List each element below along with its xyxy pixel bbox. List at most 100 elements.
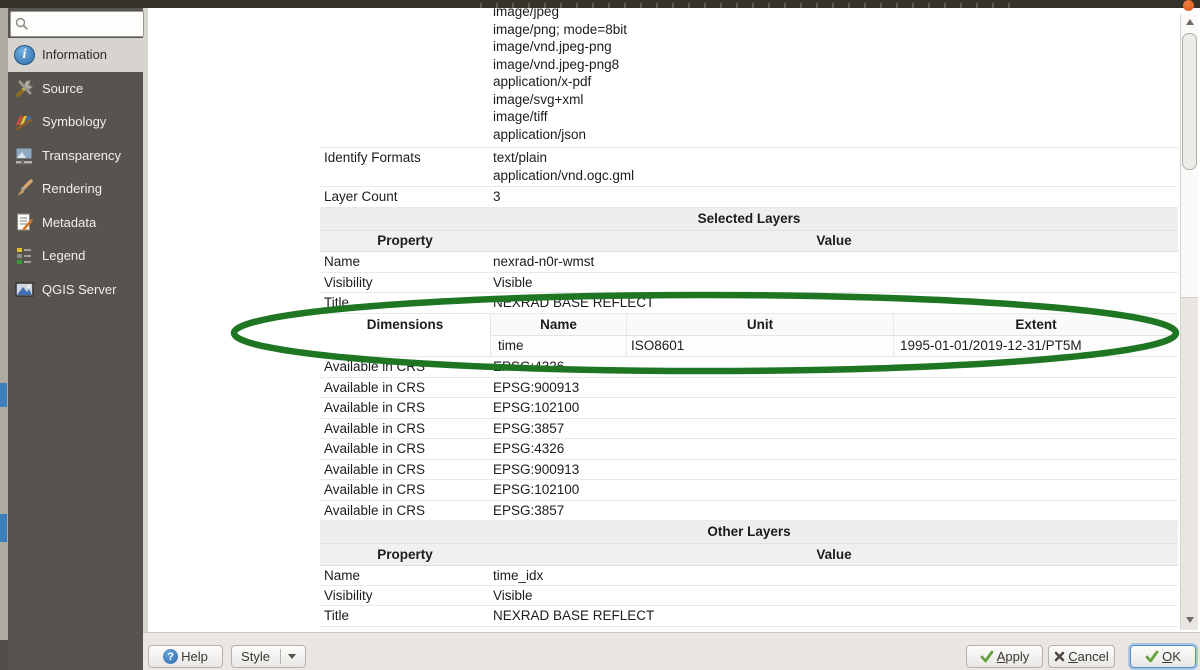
property-value: 3 — [490, 187, 1178, 207]
properties-sidebar: i Information Source Symbology — [8, 8, 143, 670]
table-row-crs: Available in CRS EPSG:900913 — [320, 460, 1178, 481]
window-titlebar — [0, 0, 1200, 8]
sidebar-item-rendering[interactable]: Rendering — [8, 172, 143, 206]
rendering-icon — [14, 178, 35, 199]
table-row-crs: Available in CRS EPSG:4326 — [320, 439, 1178, 460]
table-row-image-formats: image/jpeg image/png; mode=8bit image/vn… — [320, 8, 1178, 148]
sidebar-item-information[interactable]: i Information — [8, 38, 143, 72]
sidebar-item-label: Transparency — [42, 148, 121, 163]
property-label: Title — [320, 293, 490, 313]
format-value: application/x-pdf — [493, 73, 1178, 91]
property-label: Available in CRS — [320, 378, 490, 398]
chevron-down-icon — [288, 654, 296, 659]
property-label: Available in CRS — [320, 357, 490, 377]
sidebar-item-legend[interactable]: Legend — [8, 239, 143, 273]
format-value: image/png; mode=8bit — [493, 21, 1178, 39]
cancel-button-label: Cancel — [1068, 649, 1108, 664]
apply-button-label: Apply — [997, 649, 1030, 664]
sidebar-item-qgis-server[interactable]: QGIS Server — [8, 273, 143, 307]
sidebar-item-metadata[interactable]: Metadata — [8, 206, 143, 240]
sidebar-item-label: Legend — [42, 248, 85, 263]
search-icon — [15, 17, 29, 31]
vertical-scrollbar[interactable] — [1180, 14, 1198, 630]
property-label: Name — [320, 252, 490, 272]
sidebar-item-symbology[interactable]: Symbology — [8, 105, 143, 139]
property-label: Available in CRS — [320, 398, 490, 418]
style-dropdown-button[interactable]: Style — [231, 645, 306, 668]
column-header-property: Property — [320, 231, 490, 251]
table-row-layer-count: Layer Count 3 — [320, 187, 1178, 208]
properties-table: image/jpeg image/png; mode=8bit image/vn… — [320, 8, 1178, 627]
window-close-icon[interactable] — [1183, 0, 1194, 11]
sidebar-item-source[interactable]: Source — [8, 72, 143, 106]
table-row-crs: Available in CRS EPSG:900913 — [320, 378, 1178, 399]
source-icon — [14, 78, 35, 99]
property-label: Visibility — [320, 586, 490, 605]
property-label: Available in CRS — [320, 419, 490, 439]
table-row-name: Name nexrad-n0r-wmst — [320, 252, 1178, 273]
column-header-value: Value — [490, 231, 1178, 251]
style-button-label: Style — [241, 649, 270, 664]
help-button[interactable]: ? Help — [148, 645, 223, 668]
table-row-visibility: Visibility Visible — [320, 586, 1178, 606]
property-value: EPSG:4326 — [490, 357, 1178, 377]
dimensions-label: Dimensions — [320, 314, 490, 356]
property-value: EPSG:102100 — [490, 480, 1178, 500]
property-label: Available in CRS — [320, 439, 490, 459]
table-row-title: Title NEXRAD BASE REFLECT — [320, 606, 1178, 627]
sidebar-item-label: Symbology — [42, 114, 106, 129]
dialog-gap — [143, 8, 148, 632]
column-header-value: Value — [490, 544, 1178, 565]
table-row-name: Name time_idx — [320, 566, 1178, 586]
property-value: time_idx — [490, 566, 1178, 585]
apply-button[interactable]: Apply — [966, 645, 1043, 668]
table-row-crs: Available in CRS EPSG:102100 — [320, 480, 1178, 501]
property-value: NEXRAD BASE REFLECT — [490, 606, 1178, 626]
column-header-row: Property Value — [320, 544, 1178, 566]
sidebar-search-box[interactable] — [10, 11, 144, 37]
cancel-button[interactable]: Cancel — [1048, 645, 1115, 668]
property-value: EPSG:900913 — [490, 460, 1178, 480]
qgis-server-icon — [14, 279, 35, 300]
ok-button[interactable]: OK — [1130, 645, 1196, 668]
section-header-other-layers: Other Layers — [320, 521, 1178, 544]
search-input[interactable] — [29, 17, 129, 31]
information-icon: i — [14, 45, 35, 65]
sidebar-item-label: Metadata — [42, 215, 96, 230]
ok-button-label: OK — [1162, 649, 1181, 664]
format-value: application/json — [493, 126, 1178, 144]
sidebar-item-transparency[interactable]: Transparency — [8, 139, 143, 173]
column-header-row: Property Value — [320, 231, 1178, 252]
background-highlight-segment — [0, 514, 7, 542]
property-label: Available in CRS — [320, 501, 490, 521]
property-value: NEXRAD BASE REFLECT — [490, 293, 1178, 313]
table-row-visibility: Visibility Visible — [320, 273, 1178, 293]
dim-value-unit: ISO8601 — [627, 336, 894, 356]
table-row-dimensions: Dimensions Name Unit Extent time ISO8601… — [320, 314, 1178, 357]
table-row-crs: Available in CRS EPSG:4326 — [320, 357, 1178, 378]
property-label: Available in CRS — [320, 480, 490, 500]
format-value: image/jpeg — [493, 8, 1178, 21]
dim-value-name: time — [491, 336, 627, 356]
property-value: Visible — [490, 586, 1178, 605]
metadata-icon — [14, 212, 35, 233]
help-icon: ? — [163, 649, 178, 664]
scroll-down-icon[interactable] — [1181, 612, 1198, 628]
information-panel: image/jpeg image/png; mode=8bit image/vn… — [148, 8, 1200, 632]
table-row-crs: Available in CRS EPSG:102100 — [320, 398, 1178, 419]
dialog-footer: ? Help Style Apply Cancel OK — [143, 632, 1200, 670]
check-icon — [980, 650, 994, 663]
property-label: Identify Formats — [320, 149, 490, 186]
table-row-identify-formats: Identify Formats text/plain application/… — [320, 148, 1178, 187]
transparency-icon — [14, 145, 35, 166]
section-header-selected-layers: Selected Layers — [320, 208, 1178, 231]
property-label: Visibility — [320, 273, 490, 292]
property-value: application/vnd.ogc.gml — [493, 167, 1178, 185]
scroll-up-icon[interactable] — [1181, 14, 1198, 30]
sidebar-item-label: Information — [42, 47, 107, 62]
property-value: EPSG:3857 — [490, 501, 1178, 521]
property-value: EPSG:900913 — [490, 378, 1178, 398]
table-row-crs: Available in CRS EPSG:3857 — [320, 419, 1178, 440]
dimensions-subtable: Name Unit Extent time ISO8601 1995-01-01… — [490, 314, 1178, 356]
scrollbar-thumb[interactable] — [1182, 33, 1197, 170]
